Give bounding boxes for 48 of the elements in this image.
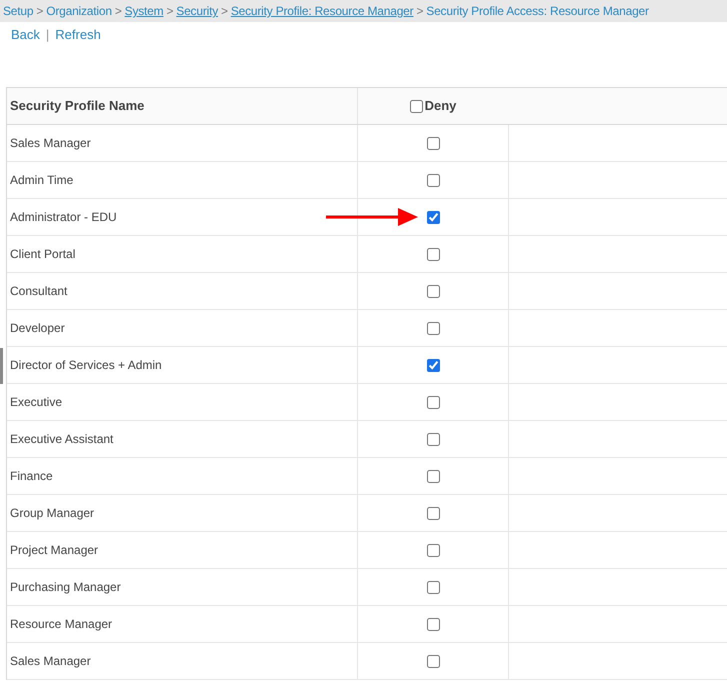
profile-name-cell-text: Finance: [9, 468, 54, 485]
profile-name-cell-text: Sales Manager: [9, 135, 92, 152]
profile-name-cell-text: Project Manager: [9, 542, 100, 559]
deny-checkbox[interactable]: [426, 470, 440, 482]
deny-checkbox[interactable]: [426, 248, 440, 260]
deny-checkbox[interactable]: [426, 580, 440, 594]
profile-name-cell-text: Director of Services + Admin: [9, 357, 163, 374]
deny-checkbox[interactable]: [426, 618, 440, 630]
deny-checkbox[interactable]: [426, 210, 440, 224]
deny-all-checkbox[interactable]: [410, 100, 423, 112]
profile-name-cell-text: Executive: [9, 394, 64, 411]
breadcrumb-link[interactable]: System: [124, 2, 164, 20]
separator: >: [36, 3, 44, 20]
deny-checkbox[interactable]: [426, 174, 440, 186]
breadcrumb-item[interactable]: Organization: [46, 2, 112, 20]
action-link[interactable]: Back: [11, 25, 40, 45]
separator: >: [416, 3, 424, 20]
deny-checkbox[interactable]: [426, 322, 440, 334]
action-link[interactable]: Refresh: [55, 25, 101, 45]
profile-name-cell-text: Client Portal: [9, 246, 76, 263]
profile-name-cell-text: Admin Time: [9, 172, 74, 189]
side-handle[interactable]: [0, 348, 3, 384]
deny-checkbox[interactable]: [426, 358, 440, 372]
profile-name-cell-text: Administrator - EDU: [9, 209, 118, 226]
deny-checkbox[interactable]: [426, 506, 440, 520]
profile-name-cell-text: Consultant: [9, 283, 68, 300]
profile-name-cell-text: Group Manager: [9, 505, 96, 522]
deny-checkbox[interactable]: [426, 544, 440, 556]
breadcrumb-link[interactable]: Security Profile: Resource Manager: [230, 2, 414, 20]
deny-checkbox[interactable]: [426, 432, 440, 446]
separator: >: [114, 3, 122, 20]
column-header: Security Profile Name: [9, 97, 146, 116]
profile-name-cell-text: Developer: [9, 320, 66, 337]
profile-name-cell-text: Sales Manager: [9, 653, 92, 670]
breadcrumb-item[interactable]: Security Profile Access: Resource Manager: [426, 2, 649, 20]
separator: |: [46, 26, 50, 44]
separator: >: [166, 3, 174, 20]
deny-checkbox[interactable]: [426, 654, 440, 668]
profile-name-cell-text: Resource Manager: [9, 616, 114, 633]
breadcrumb-link[interactable]: Security: [176, 2, 218, 20]
deny-checkbox[interactable]: [426, 136, 440, 150]
separator: >: [221, 3, 228, 20]
deny-checkbox[interactable]: [426, 284, 440, 298]
deny-checkbox[interactable]: [426, 396, 440, 408]
breadcrumb-item[interactable]: Setup: [3, 2, 34, 20]
profile-name-cell-text: Executive Assistant: [9, 431, 114, 448]
profile-name-cell-text: Purchasing Manager: [9, 579, 122, 596]
column-header: Deny: [424, 97, 456, 116]
